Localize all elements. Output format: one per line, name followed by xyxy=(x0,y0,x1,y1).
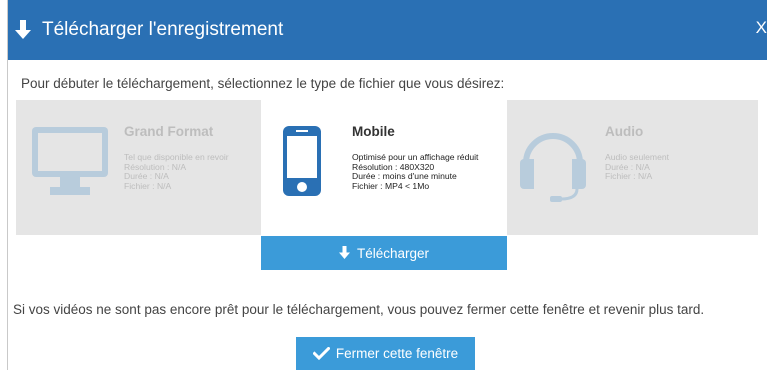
dialog-title: Télécharger l'enregistrement xyxy=(42,19,284,40)
option-description: Tel que disponible en revoir Résolution … xyxy=(124,152,229,191)
close-window-button[interactable]: Fermer cette fenêtre xyxy=(296,337,475,370)
monitor-icon xyxy=(32,127,108,195)
download-arrow-icon xyxy=(15,20,31,39)
option-title: Grand Format xyxy=(124,124,214,139)
option-grand-format[interactable]: Grand Format Tel que disponible en revoi… xyxy=(16,100,261,235)
option-audio[interactable]: Audio Audio seulement Durée : N/A Fichie… xyxy=(507,100,758,235)
intro-text: Pour débuter le téléchargement, sélectio… xyxy=(21,76,505,91)
headset-icon xyxy=(520,133,586,202)
dialog-header: Télécharger l'enregistrement X xyxy=(8,0,767,60)
download-button[interactable]: Télécharger xyxy=(261,236,507,270)
option-title: Audio xyxy=(605,124,644,139)
option-mobile[interactable]: Mobile Optimisé pour un affichage réduit… xyxy=(261,100,507,235)
info-note: Si vos vidéos ne sont pas encore prêt po… xyxy=(13,302,705,317)
close-window-label: Fermer cette fenêtre xyxy=(335,346,459,361)
download-button-label: Télécharger xyxy=(356,245,430,261)
smartphone-icon xyxy=(283,126,321,196)
download-arrow-icon xyxy=(338,246,350,259)
option-description: Optimisé pour un affichage réduit Résolu… xyxy=(352,152,479,191)
checkmark-icon xyxy=(312,347,330,360)
option-description: Audio seulement Durée : N/A Fichier : N/… xyxy=(605,152,670,181)
close-button[interactable]: X xyxy=(756,18,767,38)
option-title: Mobile xyxy=(352,124,395,139)
format-options: Grand Format Tel que disponible en revoi… xyxy=(16,100,758,235)
